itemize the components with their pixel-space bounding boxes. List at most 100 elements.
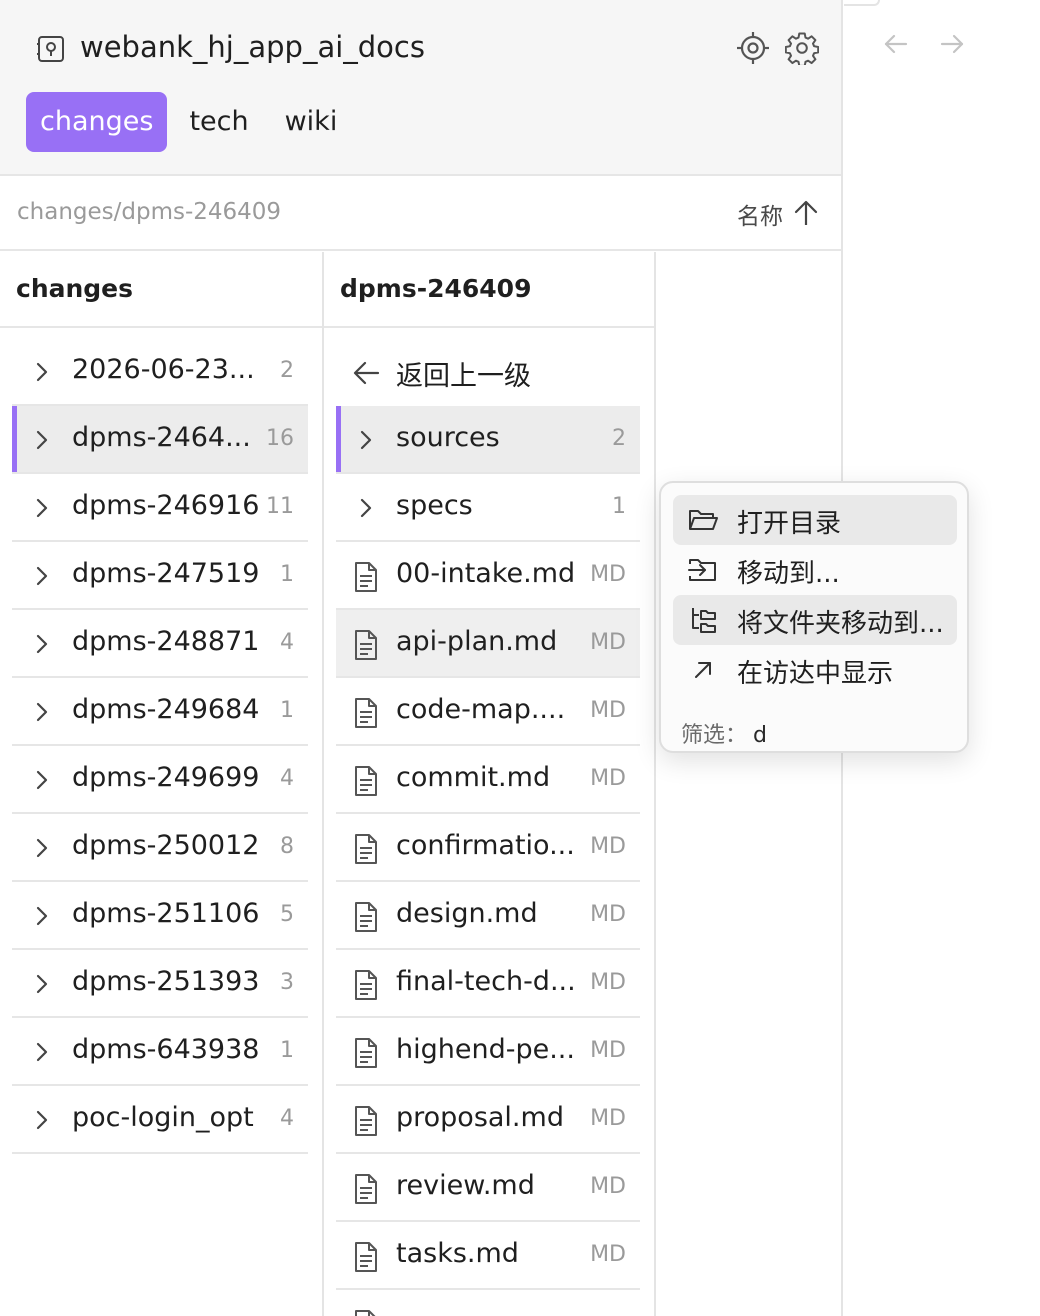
file-row[interactable]: proposal.md MD <box>336 1086 640 1154</box>
item-count: 1 <box>280 698 294 723</box>
chevron-right-icon[interactable] <box>34 360 50 384</box>
divider <box>324 326 654 328</box>
file-row[interactable]: tasks.md MD <box>336 1222 640 1290</box>
menu-item-move-folder[interactable]: 将文件夹移动到... <box>673 595 957 645</box>
arrow-right-icon[interactable] <box>938 30 966 58</box>
file-row[interactable]: api-plan.md MD <box>336 610 640 678</box>
chevron-right-icon[interactable] <box>34 632 50 656</box>
sort-button-label[interactable]: 名称 <box>737 197 783 231</box>
file-name: highend-pe... <box>396 1034 575 1065</box>
sort-ascending-arrow-icon[interactable] <box>793 199 819 227</box>
chevron-right-icon[interactable] <box>34 972 50 996</box>
file-row[interactable]: review.md MD <box>336 1154 640 1222</box>
tab-changes[interactable]: changes <box>26 92 168 152</box>
chevron-right-icon[interactable] <box>34 1108 50 1132</box>
folder-row[interactable]: dpms-246916 11 <box>12 474 308 542</box>
chevron-right-icon[interactable] <box>34 836 50 860</box>
breadcrumb[interactable]: changes/dpms-246409 <box>17 199 281 225</box>
folder-name: specs <box>396 490 473 521</box>
menu-item-label: 将文件夹移动到... <box>737 609 944 639</box>
file-row[interactable]: highend-pe... MD <box>336 1018 640 1086</box>
file-type-badge: MD <box>590 1174 626 1199</box>
path-bar: changes/dpms-246409 名称 <box>0 177 841 251</box>
gear-icon[interactable] <box>785 31 819 65</box>
file-type-badge: MD <box>590 1242 626 1267</box>
file-name: proposal.md <box>396 1102 564 1133</box>
document-icon <box>355 834 377 864</box>
chevron-right-icon[interactable] <box>34 768 50 792</box>
document-icon <box>355 1242 377 1272</box>
folder-row[interactable]: dpms-249699 4 <box>12 746 308 814</box>
file-type-badge: MD <box>590 562 626 587</box>
chevron-right-icon[interactable] <box>358 496 374 520</box>
chevron-right-icon[interactable] <box>34 496 50 520</box>
file-row[interactable]: design.md MD <box>336 882 640 950</box>
folder-name: dpms-251393 <box>72 966 260 997</box>
menu-item-reveal-in-finder[interactable]: 在访达中显示 <box>673 645 957 695</box>
item-count: 3 <box>280 970 294 995</box>
vault-header: webank_hj_app_ai_docs changes tech wiki <box>0 0 841 176</box>
file-row[interactable]: confirmatio... MD <box>336 814 640 882</box>
file-row[interactable]: code-map.... MD <box>336 678 640 746</box>
vault-icon[interactable] <box>36 34 66 64</box>
folder-open-icon <box>689 510 718 530</box>
folder-row[interactable]: dpms-251106 5 <box>12 882 308 950</box>
folder-name: dpms-248871 <box>72 626 260 657</box>
window-edge <box>844 0 880 6</box>
chevron-right-icon[interactable] <box>34 1040 50 1064</box>
file-name: code-map.... <box>396 694 566 725</box>
arrow-left-icon[interactable] <box>882 30 910 58</box>
app-window: webank_hj_app_ai_docs changes tech wiki … <box>0 0 1040 1316</box>
chevron-right-icon[interactable] <box>358 428 374 452</box>
folder-name: dpms-250012 <box>72 830 260 861</box>
file-name: confirmatio... <box>396 830 575 861</box>
menu-item-open-directory[interactable]: 打开目录 <box>673 495 957 545</box>
folder-row[interactable]: 2026-06-23... 2 <box>12 338 308 406</box>
item-count: 2 <box>280 358 294 383</box>
chevron-right-icon[interactable] <box>34 428 50 452</box>
file-type-badge: MD <box>590 1038 626 1063</box>
menu-item-move-to[interactable]: 移动到... <box>673 545 957 595</box>
vault-name[interactable]: webank_hj_app_ai_docs <box>80 30 425 64</box>
file-row[interactable] <box>336 1290 640 1316</box>
folder-row[interactable]: dpms-247519 1 <box>12 542 308 610</box>
folder-row[interactable]: sources 2 <box>336 406 640 474</box>
item-count: 1 <box>612 494 626 519</box>
folder-row[interactable]: dpms-251393 3 <box>12 950 308 1018</box>
folder-name: dpms-249699 <box>72 762 260 793</box>
tab-wiki[interactable]: wiki <box>271 92 352 152</box>
document-icon <box>355 1106 377 1136</box>
filter-label: 筛选： <box>681 723 748 748</box>
file-type-badge: MD <box>590 902 626 927</box>
chevron-right-icon[interactable] <box>34 700 50 724</box>
folder-row[interactable]: dpms-250012 8 <box>12 814 308 882</box>
file-name: commit.md <box>396 762 551 793</box>
item-count: 4 <box>280 766 294 791</box>
file-type-badge: MD <box>590 630 626 655</box>
back-to-parent-row[interactable]: 返回上一级 <box>336 338 640 406</box>
file-name: review.md <box>396 1170 535 1201</box>
item-count: 4 <box>280 1106 294 1131</box>
divider <box>0 326 322 328</box>
folder-row[interactable]: dpms-2464... 16 <box>12 406 308 474</box>
file-row[interactable]: 00-intake.md MD <box>336 542 640 610</box>
folder-row[interactable]: dpms-248871 4 <box>12 610 308 678</box>
reveal-arrow-icon <box>695 662 711 678</box>
folder-row[interactable]: dpms-249684 1 <box>12 678 308 746</box>
file-row[interactable]: commit.md MD <box>336 746 640 814</box>
item-count: 1 <box>280 562 294 587</box>
folder-row[interactable]: specs 1 <box>336 474 640 542</box>
tab-tech[interactable]: tech <box>175 92 262 152</box>
folder-row[interactable]: poc-login_opt 4 <box>12 1086 308 1154</box>
file-row[interactable]: final-tech-d... MD <box>336 950 640 1018</box>
folder-list: 2026-06-23... 2 dpms-2464... 16 dpms-246916 1… <box>12 338 308 1154</box>
locate-icon[interactable] <box>736 31 770 65</box>
folder-row[interactable]: dpms-643938 1 <box>12 1018 308 1086</box>
column-changes: changes 2026-06-23... 2 dpms-2464... 16 dpms… <box>0 252 324 1316</box>
file-type-badge: MD <box>590 766 626 791</box>
document-icon <box>355 698 377 728</box>
folder-name: poc-login_opt <box>72 1102 254 1133</box>
folder-name: dpms-251106 <box>72 898 260 929</box>
chevron-right-icon[interactable] <box>34 564 50 588</box>
chevron-right-icon[interactable] <box>34 904 50 928</box>
